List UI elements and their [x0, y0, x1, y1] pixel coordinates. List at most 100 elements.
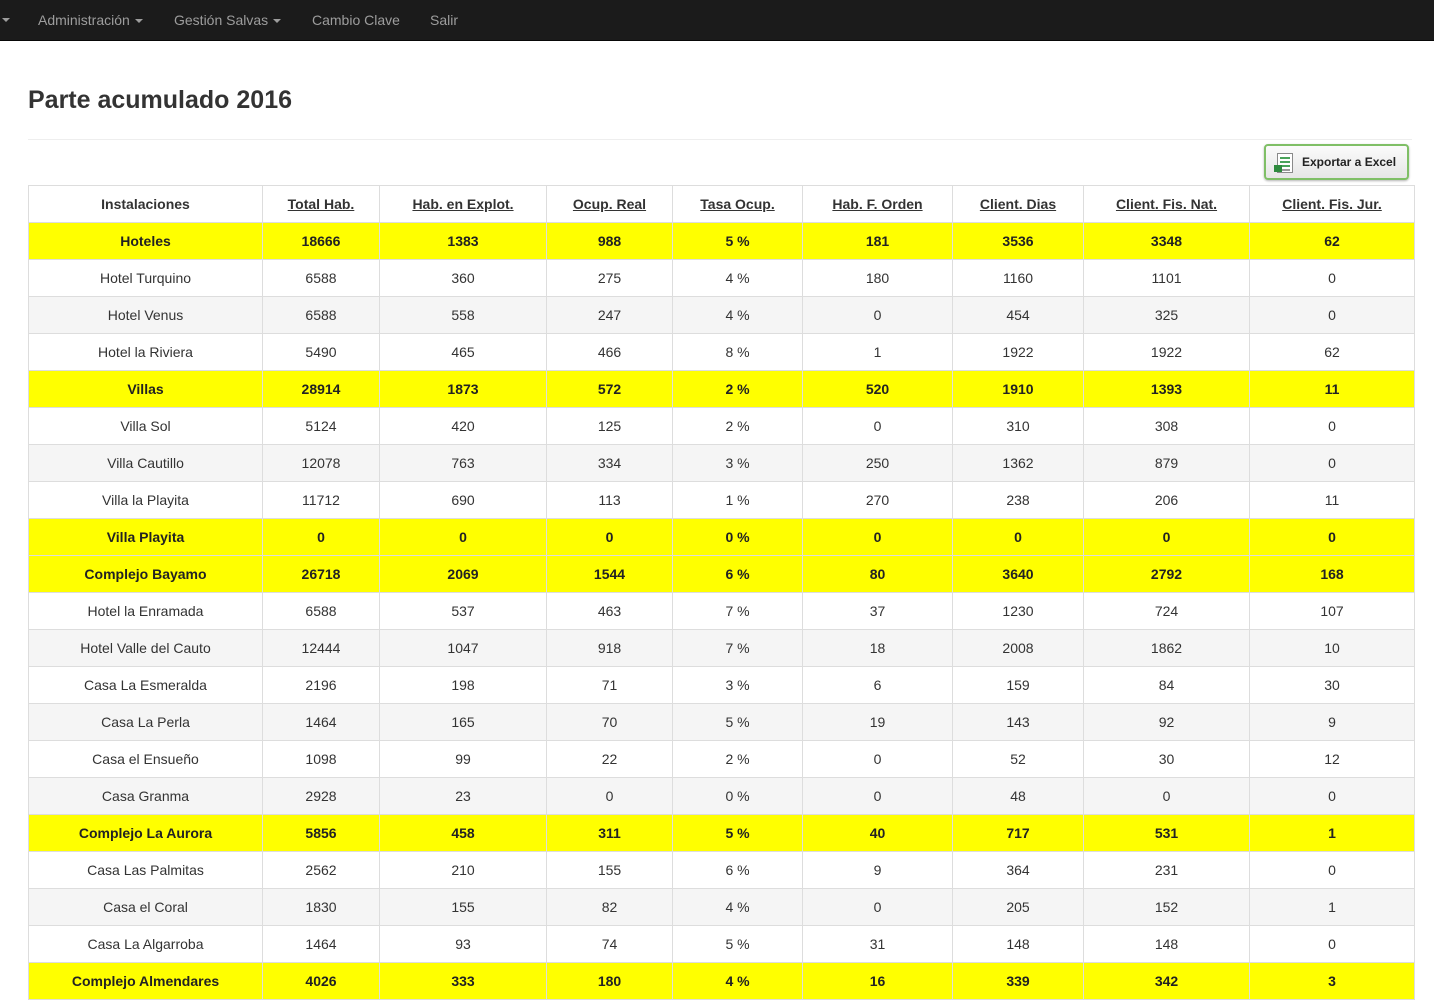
value-cell: 0 [802, 296, 953, 334]
value-cell: 152 [1083, 888, 1250, 926]
installation-name-cell: Villa Playita [28, 518, 263, 556]
column-header[interactable]: Client. Fis. Jur. [1249, 185, 1415, 223]
value-cell: 6 % [672, 851, 803, 889]
value-cell: 1362 [952, 444, 1084, 482]
value-cell: 181 [802, 222, 953, 260]
value-cell: 0 [802, 777, 953, 815]
value-cell: 5 % [672, 814, 803, 852]
value-cell: 1393 [1083, 370, 1250, 408]
value-cell: 0 [1249, 296, 1415, 334]
value-cell: 1098 [262, 740, 380, 778]
nav-item-label: Administración [38, 12, 130, 28]
sort-link[interactable]: Hab. F. Orden [832, 196, 922, 212]
table-row: Villa Cautillo 12078 763 334 3 % 250 1362 879 0 [28, 444, 1415, 482]
column-header[interactable]: Ocup. Real [546, 185, 673, 223]
nav-item-cambio-clave[interactable]: Cambio Clave [312, 0, 400, 40]
table-header: Instalaciones Total Hab. Hab. en Explot. Oc… [28, 185, 1415, 223]
table-row: Hotel la Enramada 6588 537 463 7 % 37 1230 724 1… [28, 592, 1415, 630]
value-cell: 180 [546, 962, 673, 1000]
column-header-label: Instalaciones [101, 196, 190, 212]
sort-link[interactable]: Hab. en Explot. [412, 196, 513, 212]
sort-link[interactable]: Client. Fis. Jur. [1282, 196, 1382, 212]
value-cell: 1464 [262, 703, 380, 741]
value-cell: 2792 [1083, 555, 1250, 593]
value-cell: 724 [1083, 592, 1250, 630]
value-cell: 0 [1249, 444, 1415, 482]
title-divider [28, 139, 1412, 140]
column-header[interactable]: Hab. en Explot. [379, 185, 547, 223]
value-cell: 92 [1083, 703, 1250, 741]
value-cell: 4 % [672, 888, 803, 926]
value-cell: 71 [546, 666, 673, 704]
column-header[interactable]: Hab. F. Orden [802, 185, 953, 223]
value-cell: 3640 [952, 555, 1084, 593]
sort-link[interactable]: Ocup. Real [573, 196, 646, 212]
nav-item-label: Cambio Clave [312, 12, 400, 28]
value-cell: 0 [379, 518, 547, 556]
value-cell: 205 [952, 888, 1084, 926]
installation-name-cell: Casa La Algarroba [28, 925, 263, 963]
value-cell: 5 % [672, 703, 803, 741]
installation-name-cell: Villa Cautillo [28, 444, 263, 482]
value-cell: 325 [1083, 296, 1250, 334]
column-header[interactable]: Tasa Ocup. [672, 185, 803, 223]
sort-link[interactable]: Client. Dias [980, 196, 1056, 212]
value-cell: 11712 [262, 481, 380, 519]
value-cell: 52 [952, 740, 1084, 778]
value-cell: 7 % [672, 629, 803, 667]
header-row: Instalaciones Total Hab. Hab. en Explot. Oc… [28, 185, 1415, 223]
value-cell: 1383 [379, 222, 547, 260]
export-excel-button[interactable]: Exportar a Excel [1264, 144, 1409, 180]
value-cell: 690 [379, 481, 547, 519]
value-cell: 4 % [672, 296, 803, 334]
value-cell: 125 [546, 407, 673, 445]
value-cell: 12 [1249, 740, 1415, 778]
value-cell: 99 [379, 740, 547, 778]
sort-link[interactable]: Client. Fis. Nat. [1116, 196, 1217, 212]
nav-item-label: Gestión Salvas [174, 12, 269, 28]
value-cell: 879 [1083, 444, 1250, 482]
value-cell: 3 % [672, 666, 803, 704]
table-row: Hotel Turquino 6588 360 275 4 % 180 1160 1101 0 [28, 259, 1415, 297]
value-cell: 10 [1249, 629, 1415, 667]
table-row: Casa Las Palmitas 2562 210 155 6 % 9 364 231 0 [28, 851, 1415, 889]
group-row: Complejo Bayamo 26718 2069 1544 6 % 80 3640 279… [28, 555, 1415, 593]
value-cell: 9 [802, 851, 953, 889]
installation-name-cell: Hotel la Riviera [28, 333, 263, 371]
nav-item-salir[interactable]: Salir [430, 0, 458, 40]
value-cell: 37 [802, 592, 953, 630]
value-cell: 16 [802, 962, 953, 1000]
excel-file-icon [1274, 153, 1293, 173]
column-header[interactable]: Total Hab. [262, 185, 380, 223]
value-cell: 62 [1249, 333, 1415, 371]
value-cell: 0 [802, 407, 953, 445]
column-header[interactable]: Client. Dias [952, 185, 1084, 223]
value-cell: 74 [546, 925, 673, 963]
value-cell: 558 [379, 296, 547, 334]
sort-link[interactable]: Total Hab. [288, 196, 355, 212]
value-cell: 1862 [1083, 629, 1250, 667]
value-cell: 2196 [262, 666, 380, 704]
installation-name-cell: Hotel Valle del Cauto [28, 629, 263, 667]
value-cell: 2 % [672, 407, 803, 445]
value-cell: 454 [952, 296, 1084, 334]
value-cell: 2008 [952, 629, 1084, 667]
value-cell: 275 [546, 259, 673, 297]
table-row: Casa Granma 2928 23 0 0 % 0 48 0 0 [28, 777, 1415, 815]
sort-link[interactable]: Tasa Ocup. [700, 196, 774, 212]
page-title: Parte acumulado 2016 [28, 86, 293, 114]
value-cell: 3536 [952, 222, 1084, 260]
chevron-down-icon[interactable] [2, 18, 10, 22]
value-cell: 210 [379, 851, 547, 889]
nav-item-label: Salir [430, 12, 459, 28]
nav-item-gestion-salvas[interactable]: Gestión Salvas [174, 0, 282, 40]
value-cell: 0 % [672, 518, 803, 556]
value-cell: 30 [1249, 666, 1415, 704]
value-cell: 360 [379, 259, 547, 297]
value-cell: 19 [802, 703, 953, 741]
nav-item-administracion[interactable]: Administración [38, 0, 143, 40]
value-cell: 4 % [672, 962, 803, 1000]
column-header[interactable]: Client. Fis. Nat. [1083, 185, 1250, 223]
installation-name-cell: Casa el Coral [28, 888, 263, 926]
value-cell: 0 [1249, 777, 1415, 815]
